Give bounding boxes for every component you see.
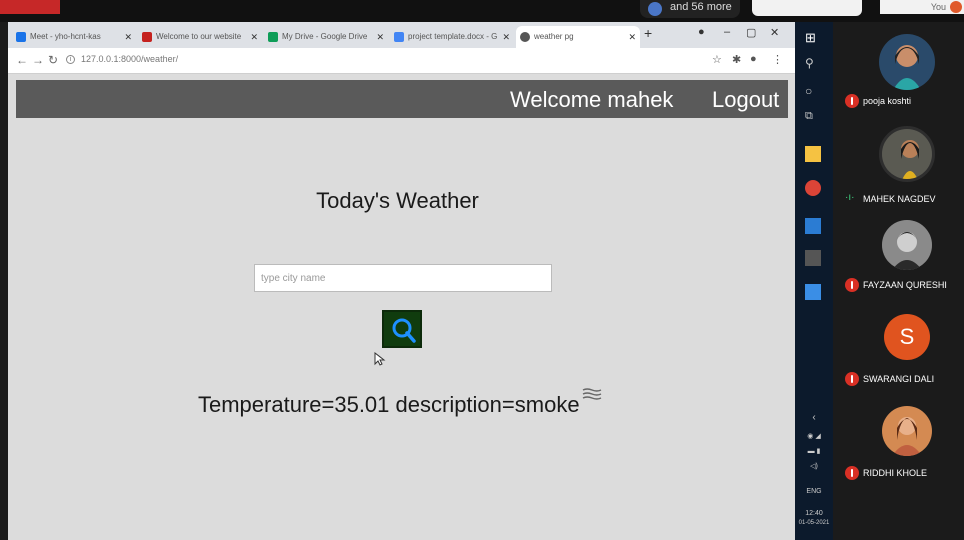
docs-icon <box>394 32 404 42</box>
tab-bar: Meet - yho-hcnt-kas ✕ Welcome to our web… <box>8 22 795 48</box>
speaking-indicator-icon: ·ı· <box>845 192 855 203</box>
participant-name: FAYZAAN QURESHI <box>863 280 947 290</box>
language-indicator[interactable]: ENG <box>795 488 833 495</box>
forward-arrow-icon[interactable]: → <box>32 53 44 67</box>
tab-docs[interactable]: project template.docx - G ✕ <box>390 26 514 48</box>
tab-drive[interactable]: My Drive - Google Drive ✕ <box>264 26 388 48</box>
menu-kebab-icon[interactable]: ⋮ <box>772 53 783 66</box>
clock-date[interactable]: 01-05-2021 <box>795 520 833 526</box>
new-tab-button[interactable]: + <box>644 25 652 41</box>
close-icon[interactable]: ✕ <box>250 26 258 48</box>
avatar: S <box>884 314 930 360</box>
you-label: You <box>930 2 946 12</box>
meet-icon <box>16 32 26 42</box>
top-navbar: Welcome mahek Logout <box>16 80 788 118</box>
people-icon <box>648 2 662 16</box>
participant-name: SWARANGI DALI <box>863 374 935 384</box>
close-icon[interactable]: ✕ <box>124 26 132 48</box>
tab-title: project template.docx - G <box>408 32 498 41</box>
url-text: 127.0.0.1:8000/weather/ <box>81 54 179 64</box>
profile-avatar-icon[interactable]: ● <box>750 53 757 65</box>
meet-participants-panel: pooja koshti ·ı· MAHEK NAGDEV FAYZAAN QU… <box>833 22 964 540</box>
avatar <box>882 220 932 270</box>
weather-page: Welcome mahek Logout Today's Weather Tem… <box>8 74 795 540</box>
drive-icon <box>268 32 278 42</box>
weather-result: Temperature=35.01 description=smoke <box>198 392 580 417</box>
close-icon[interactable]: ✕ <box>502 26 510 48</box>
participant-name: pooja koshti <box>863 96 912 106</box>
search-icon <box>392 318 416 343</box>
close-window-button[interactable]: ✕ <box>770 26 779 39</box>
close-icon[interactable]: ✕ <box>628 26 636 48</box>
search-icon[interactable]: ⚲ <box>805 56 821 72</box>
mic-off-icon <box>845 372 859 386</box>
tab-title: Meet - yho-hcnt-kas <box>30 32 101 41</box>
logout-link[interactable]: Logout <box>712 87 779 113</box>
reload-icon[interactable]: ↻ <box>48 53 58 67</box>
chrome-icon[interactable] <box>805 180 821 196</box>
avatar <box>879 34 935 90</box>
page-title: Today's Weather <box>8 188 795 214</box>
mic-off-icon <box>845 94 859 108</box>
tab-title: weather pg <box>534 32 574 41</box>
globe-icon <box>520 32 530 42</box>
extension-icon[interactable]: ✱ <box>732 53 741 66</box>
info-icon[interactable]: i <box>66 55 75 65</box>
tab-title: Welcome to our website <box>156 32 242 41</box>
avatar <box>950 1 962 13</box>
maximize-button[interactable]: ▢ <box>746 26 756 39</box>
haze-icon <box>582 388 602 400</box>
presentation-bar: and 56 more You <box>0 0 964 22</box>
app-icon[interactable] <box>805 284 821 300</box>
notice-text: and 56 more <box>670 1 732 13</box>
you-chip[interactable]: You <box>880 0 964 14</box>
welcome-text: Welcome mahek <box>510 87 674 112</box>
back-arrow-icon[interactable]: ← <box>16 53 28 67</box>
screen: and 56 more You Meet - yho-hcnt-kas ✕ We… <box>0 0 964 540</box>
browser-window: Meet - yho-hcnt-kas ✕ Welcome to our web… <box>8 22 795 540</box>
close-icon[interactable]: ✕ <box>376 26 384 48</box>
tab-meet[interactable]: Meet - yho-hcnt-kas ✕ <box>12 26 136 48</box>
meet-toolbar-pill[interactable] <box>752 0 862 16</box>
bookmark-star-icon[interactable]: ☆ <box>712 53 722 66</box>
stop-presenting-chip[interactable] <box>0 0 60 14</box>
address-bar: ← → ↻ i 127.0.0.1:8000/weather/ ☆ ✱ ● ⋮ <box>8 48 795 74</box>
tab-weather[interactable]: weather pg ✕ <box>516 26 640 48</box>
cortana-icon[interactable]: ○ <box>805 84 821 100</box>
participant-name: RIDDHI KHOLE <box>863 468 928 478</box>
mouse-pointer-icon <box>374 352 386 366</box>
outlook-icon[interactable] <box>805 218 821 234</box>
url-field[interactable]: i 127.0.0.1:8000/weather/ <box>66 54 179 65</box>
task-view-icon[interactable]: ⧉ <box>805 110 821 126</box>
volume-icon[interactable]: ◁) <box>795 462 833 470</box>
tray-icons[interactable]: ◉ ◢ <box>795 432 833 440</box>
avatar <box>882 406 932 456</box>
gmail-icon <box>142 32 152 42</box>
city-search-input[interactable] <box>254 264 552 292</box>
page-title-text: Today's Weather <box>316 188 479 213</box>
file-explorer-icon[interactable] <box>805 146 821 162</box>
tab-welcome[interactable]: Welcome to our website ✕ <box>138 26 262 48</box>
mic-off-icon <box>845 278 859 292</box>
minimize-button[interactable]: – <box>724 26 730 38</box>
profile-icon[interactable]: ● <box>698 26 705 38</box>
network-icon[interactable]: ▬ ▮ <box>795 447 833 455</box>
participant-name: MAHEK NAGDEV <box>863 194 936 204</box>
windows-taskbar: ⊞ ⚲ ○ ⧉ ‹ ◉ ◢ ▬ ▮ ◁) ENG 12:40 01-05-202… <box>795 22 833 540</box>
tab-title: My Drive - Google Drive <box>282 32 368 41</box>
mic-off-icon <box>845 466 859 480</box>
windows-start-icon[interactable]: ⊞ <box>805 30 821 46</box>
terminal-icon[interactable] <box>805 250 821 266</box>
clock-time[interactable]: 12:40 <box>795 510 833 517</box>
search-button[interactable] <box>382 310 422 348</box>
avatar <box>879 126 935 182</box>
participants-notice: and 56 more <box>640 0 740 18</box>
chevron-up-icon[interactable]: ‹ <box>795 412 833 423</box>
